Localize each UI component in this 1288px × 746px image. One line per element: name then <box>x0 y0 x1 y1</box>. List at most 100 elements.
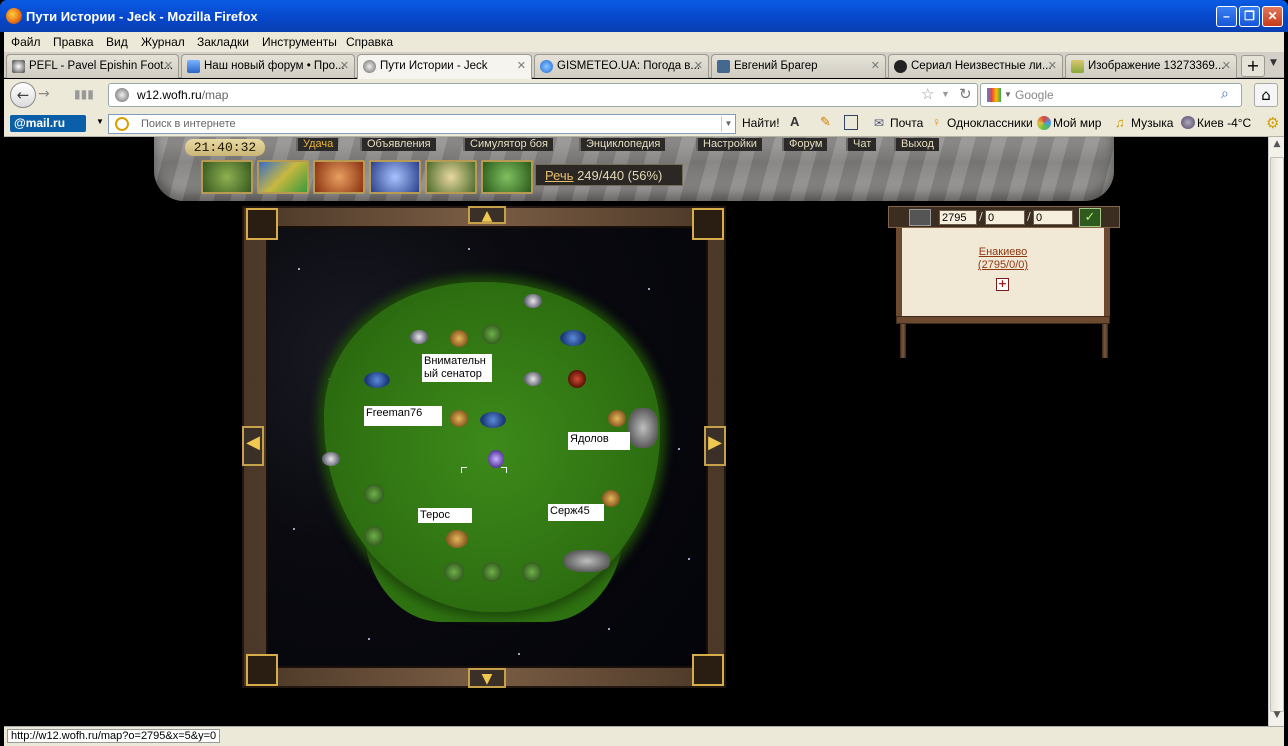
tab-wofh[interactable]: Пути Истории - Jeck ✕ <box>357 54 532 79</box>
coord-z-input[interactable] <box>1033 210 1073 225</box>
tab-close-icon[interactable]: ✕ <box>1222 59 1231 72</box>
vertical-scrollbar[interactable]: ▲ ▼ <box>1268 137 1284 726</box>
highlight-icon[interactable]: ✎ <box>820 114 831 130</box>
grid-icon[interactable] <box>909 209 931 226</box>
scroll-down-arrow-icon[interactable]: ▼ <box>1271 710 1283 724</box>
tab-close-icon[interactable]: ✕ <box>694 59 703 72</box>
history-icon[interactable]: ▮▮▮ <box>74 87 96 103</box>
link-my-world[interactable]: Мой мир <box>1053 116 1101 130</box>
map-view[interactable]: Внимательн ый сенатор Freeman76 Ядолов Т… <box>266 226 708 668</box>
messages-icon[interactable] <box>369 160 421 194</box>
forward-button[interactable]: → <box>38 86 50 102</box>
tab-close-icon[interactable]: ✕ <box>871 59 880 72</box>
map-label-player[interactable]: Терос <box>418 508 472 523</box>
url-bar[interactable]: w12.wofh.ru/map ☆ ▼ ↻ <box>108 83 978 107</box>
tab-close-icon[interactable]: ✕ <box>164 59 173 72</box>
coord-x-input[interactable] <box>939 210 977 225</box>
menu-file[interactable]: Файл <box>11 35 41 49</box>
game-menu-battle-sim[interactable]: Симулятор боя <box>463 138 553 151</box>
game-menu-announcements[interactable]: Объявления <box>360 138 436 151</box>
menu-help[interactable]: Справка <box>346 35 393 49</box>
game-menu-luck[interactable]: Удача <box>296 138 339 151</box>
tab-image[interactable]: Изображение 13273369... ✕ <box>1065 54 1237 78</box>
tab-close-icon[interactable]: ✕ <box>1048 59 1057 72</box>
scroll-up-right-button[interactable] <box>692 208 724 240</box>
close-button[interactable]: ✕ <box>1262 6 1283 27</box>
link-mail[interactable]: Почта <box>890 116 923 130</box>
tab-pefl[interactable]: PEFL - Pavel Epishin Foot... ✕ <box>6 54 179 78</box>
pyramid-icon[interactable] <box>425 160 477 194</box>
tab-list-icon[interactable]: ▼ <box>1270 58 1277 68</box>
engine-dropdown-icon[interactable]: ▼ <box>1004 90 1012 99</box>
scroll-left-button[interactable]: ◀ <box>242 426 264 466</box>
place-name-link[interactable]: Енакиево <box>902 246 1104 259</box>
bookmark-star-icon[interactable]: ☆ <box>921 85 934 103</box>
scroll-up-arrow-icon[interactable]: ▲ <box>1271 139 1283 153</box>
world-icon[interactable] <box>201 160 253 194</box>
maximize-button[interactable]: ❐ <box>1239 6 1260 27</box>
settings-gear-icon[interactable]: ⚙ <box>1266 114 1279 132</box>
new-tab-button[interactable]: + <box>1241 55 1265 77</box>
mailru-menu-icon[interactable]: ▼ <box>96 117 104 126</box>
font-size-icon[interactable]: A <box>790 114 799 129</box>
menu-bookmarks[interactable]: Закладки <box>197 35 249 49</box>
map-icon[interactable] <box>257 160 309 194</box>
reload-icon[interactable]: ↻ <box>959 85 972 103</box>
find-button[interactable]: Найти! <box>742 116 780 130</box>
tab-vk[interactable]: Евгений Брагер ✕ <box>711 54 886 78</box>
search-field[interactable]: ▼ Google ⌕ <box>980 83 1242 107</box>
image-icon <box>1071 60 1084 73</box>
url-dropdown-icon[interactable]: ▼ <box>941 89 950 99</box>
scroll-down-button[interactable]: ▼ <box>468 668 506 688</box>
go-button[interactable]: ✓ <box>1079 208 1101 227</box>
search-icon[interactable]: ⌕ <box>1221 85 1229 102</box>
tab-gismeteo[interactable]: GISMETEO.UA: Погода в... ✕ <box>534 54 709 78</box>
town-icon[interactable] <box>608 410 626 427</box>
scroll-down-left-button[interactable] <box>246 654 278 686</box>
game-menu-encyclopedia[interactable]: Энциклопедия <box>579 138 666 151</box>
weather-link[interactable]: Киев -4°C <box>1197 116 1251 130</box>
coordinate-panel: / / ✓ <box>888 206 1120 228</box>
mailru-logo[interactable]: @mail.ru <box>10 115 86 132</box>
map-label-player[interactable]: Freeman76 <box>364 406 442 426</box>
town-icon[interactable] <box>450 330 468 347</box>
back-button[interactable]: ← <box>10 82 36 108</box>
tab-series[interactable]: Сериал Неизвестные ли... ✕ <box>888 54 1063 78</box>
coord-y-input[interactable] <box>985 210 1025 225</box>
tree-icon[interactable] <box>481 160 533 194</box>
town-icon[interactable] <box>450 410 468 427</box>
town-icon[interactable] <box>602 490 620 507</box>
map-frame: Внимательн ый сенатор Freeman76 Ядолов Т… <box>242 206 726 688</box>
home-button[interactable]: ⌂ <box>1254 83 1278 107</box>
game-menu-chat[interactable]: Чат <box>846 138 877 151</box>
scrollbar-thumb[interactable] <box>1270 157 1284 712</box>
menu-tools[interactable]: Инструменты <box>262 35 337 49</box>
link-music[interactable]: Музыка <box>1131 116 1173 130</box>
map-label-player[interactable]: Ядолов <box>568 432 630 450</box>
map-label-player[interactable]: Внимательн ый сенатор <box>422 354 492 382</box>
game-menu-settings[interactable]: Настройки <box>696 138 762 151</box>
menu-history[interactable]: Журнал <box>141 35 185 49</box>
town-icon[interactable] <box>446 530 468 548</box>
page-icon[interactable] <box>844 115 858 130</box>
map-label-player[interactable]: Серж45 <box>548 504 604 521</box>
mailru-search-input[interactable]: Поиск в интернете ▼ <box>108 114 736 134</box>
menu-view[interactable]: Вид <box>106 35 128 49</box>
center-map-icon[interactable]: + <box>996 278 1009 291</box>
speech-link[interactable]: Речь <box>545 168 573 183</box>
game-menu-forum[interactable]: Форум <box>782 138 828 151</box>
game-menu-exit[interactable]: Выход <box>894 138 939 151</box>
scroll-up-left-button[interactable] <box>246 208 278 240</box>
scroll-down-right-button[interactable] <box>692 654 724 686</box>
menu-edit[interactable]: Правка <box>53 35 94 49</box>
place-coords-link[interactable]: (2795/0/0) <box>902 259 1104 272</box>
scroll-right-button[interactable]: ▶ <box>704 426 726 466</box>
tab-forum[interactable]: Наш новый форум • Про... ✕ <box>181 54 355 78</box>
tab-close-icon[interactable]: ✕ <box>517 59 526 72</box>
horn-icon[interactable] <box>313 160 365 194</box>
minimize-button[interactable]: – <box>1216 6 1237 27</box>
scroll-up-button[interactable]: ▲ <box>468 206 506 224</box>
search-history-dropdown-icon[interactable]: ▼ <box>721 116 735 132</box>
tab-close-icon[interactable]: ✕ <box>340 59 349 72</box>
link-odnoklassniki[interactable]: Одноклассники <box>947 116 1033 130</box>
